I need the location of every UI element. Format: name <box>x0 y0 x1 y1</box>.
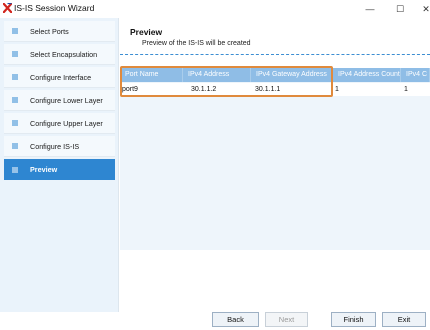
sidebar-item-label: Configure IS-IS <box>30 141 80 151</box>
cell-port-name: port9 <box>122 86 138 93</box>
preview-grid: Port Name IPv4 Address IPv4 Gateway Addr… <box>120 68 430 250</box>
sidebar-item-configure-is-is[interactable]: Configure IS-IS <box>4 136 115 157</box>
divider <box>120 54 430 55</box>
sidebar-item-label: Select Encapsulation <box>30 49 98 59</box>
list-icon <box>8 143 22 149</box>
sidebar-item-configure-interface[interactable]: Configure Interface <box>4 67 115 88</box>
window-title: IS-IS Session Wizard <box>14 3 95 13</box>
back-button[interactable]: Back <box>212 312 259 327</box>
close-button[interactable]: ✕ <box>414 0 430 18</box>
page-title: Preview <box>130 27 163 37</box>
minimize-button[interactable]: — <box>358 0 382 18</box>
column-header-ipv4-c[interactable]: IPv4 C <box>401 68 430 82</box>
app-logo-icon <box>3 3 12 13</box>
list-icon <box>8 28 22 34</box>
finish-button[interactable]: Finish <box>331 312 376 327</box>
column-header-ipv4-address[interactable]: IPv4 Address <box>183 68 251 82</box>
main-panel: Preview Preview of the IS-IS will be cre… <box>120 18 430 312</box>
sidebar-item-label: Preview <box>30 165 58 174</box>
sidebar-item-select-encapsulation[interactable]: Select Encapsulation <box>4 44 115 65</box>
list-icon <box>8 51 22 57</box>
wizard-steps-sidebar: Select Ports Select Encapsulation Config… <box>0 18 119 312</box>
title-bar: IS-IS Session Wizard — ☐ ✕ <box>0 0 430 18</box>
exit-button[interactable]: Exit <box>382 312 426 327</box>
list-icon <box>8 120 22 126</box>
column-header-ipv4-address-count[interactable]: IPv4 Address Count <box>333 68 401 82</box>
sidebar-item-preview[interactable]: Preview <box>4 159 115 180</box>
wizard-footer: Back Next Finish Exit <box>0 312 430 330</box>
page-subtitle: Preview of the IS-IS will be created <box>142 40 251 47</box>
sidebar-item-configure-lower-layer[interactable]: Configure Lower Layer <box>4 90 115 111</box>
column-header-ipv4-gateway-address[interactable]: IPv4 Gateway Address <box>251 68 333 82</box>
sidebar-item-label: Select Ports <box>30 26 69 36</box>
next-button[interactable]: Next <box>265 312 308 327</box>
list-icon <box>8 74 22 80</box>
sidebar-item-label: Configure Lower Layer <box>30 95 103 105</box>
sidebar-item-configure-upper-layer[interactable]: Configure Upper Layer <box>4 113 115 134</box>
cell-ipv4-address: 30.1.1.2 <box>191 86 217 93</box>
sidebar-item-select-ports[interactable]: Select Ports <box>4 21 115 42</box>
cell-ipv4-c: 1 <box>404 86 408 93</box>
table-row[interactable]: port9 30.1.1.2 30.1.1.1 1 1 <box>120 83 430 96</box>
sidebar-item-label: Configure Upper Layer <box>30 118 103 128</box>
cell-ipv4-gateway-address: 30.1.1.1 <box>255 86 281 93</box>
maximize-button[interactable]: ☐ <box>388 0 412 18</box>
grid-header: Port Name IPv4 Address IPv4 Gateway Addr… <box>120 68 430 82</box>
cell-ipv4-address-count: 1 <box>335 86 339 93</box>
list-icon <box>8 97 22 103</box>
sidebar-item-label: Configure Interface <box>30 72 92 82</box>
column-header-port-name[interactable]: Port Name <box>120 68 183 82</box>
list-icon <box>8 167 22 173</box>
